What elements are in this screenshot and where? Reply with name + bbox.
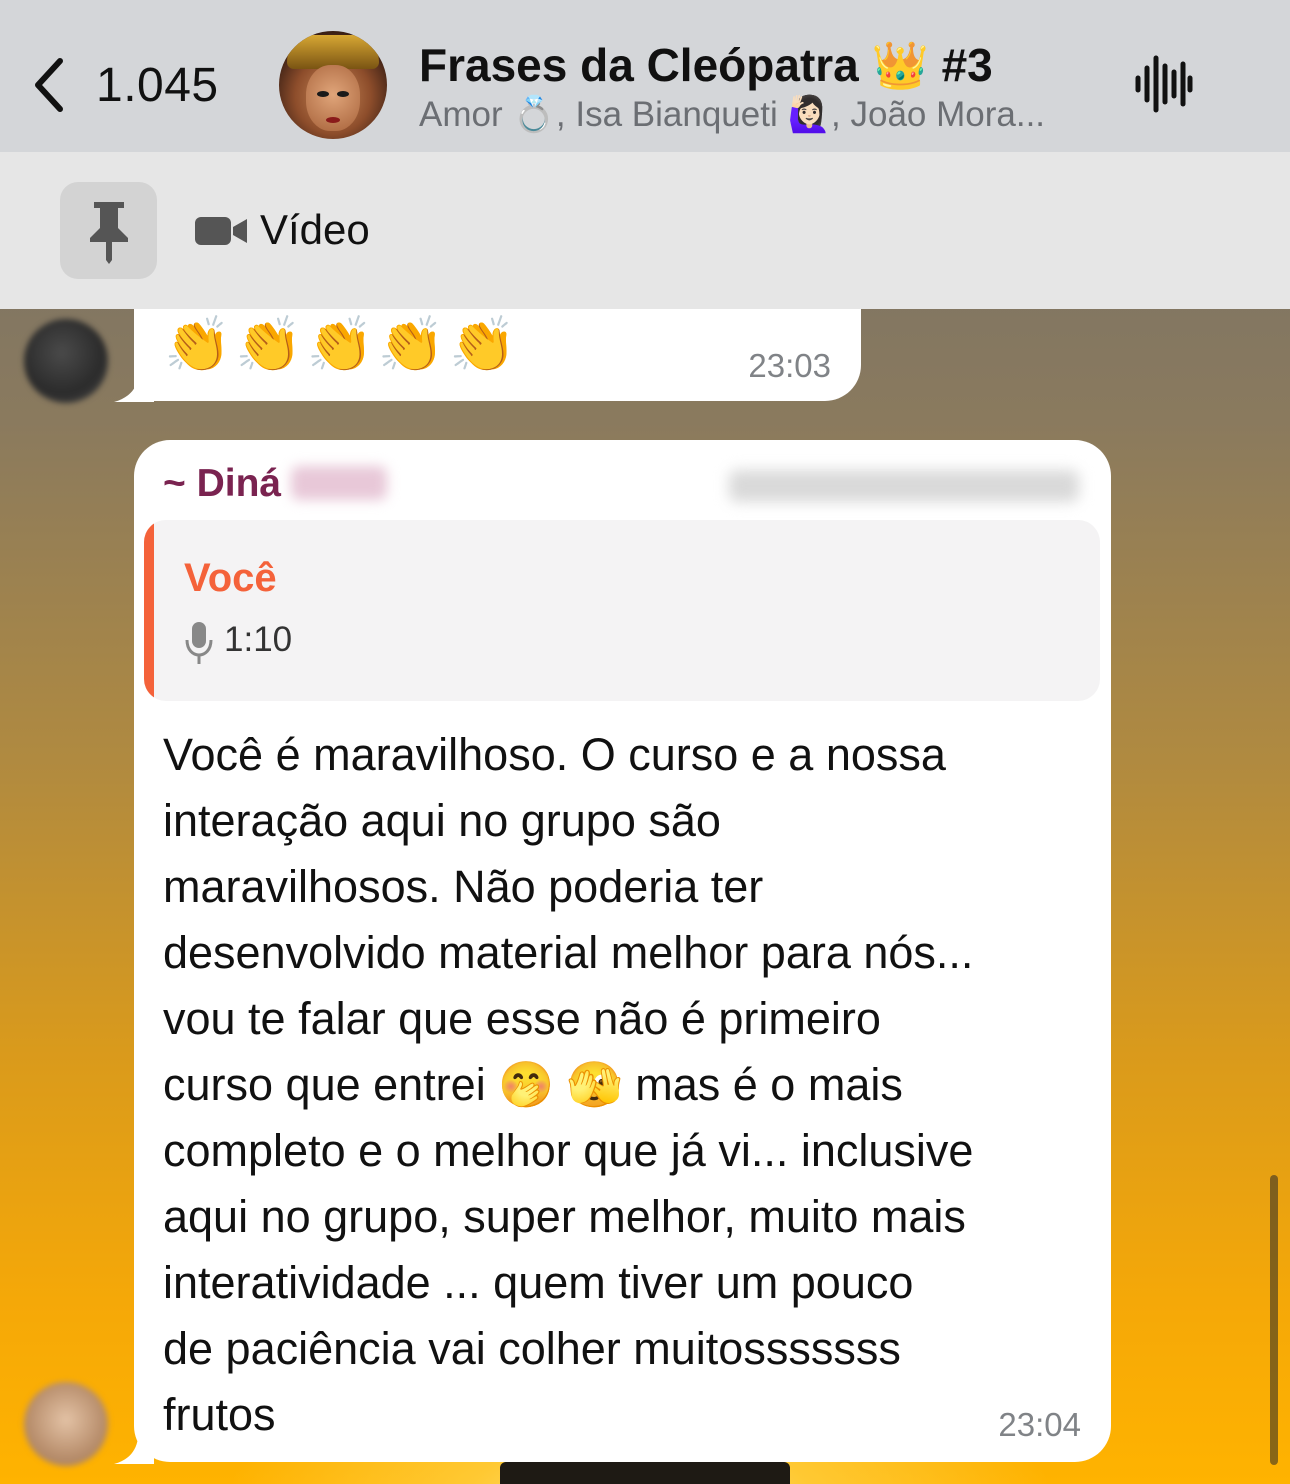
video-camera-icon bbox=[195, 217, 247, 245]
group-title[interactable]: Frases da Cleópatra 👑 #3 bbox=[419, 38, 993, 93]
back-button[interactable]: 1.045 bbox=[30, 50, 250, 120]
chevron-left-icon bbox=[35, 58, 63, 112]
pin-button[interactable] bbox=[60, 182, 157, 279]
waveform-icon[interactable] bbox=[1130, 52, 1194, 116]
message-bubble[interactable]: 👏👏👏👏👏 23:03 bbox=[134, 309, 861, 401]
message-text: Você é maravilhoso. O curso e a nossa in… bbox=[163, 729, 974, 1440]
background-figure bbox=[500, 1462, 790, 1484]
pinned-label: Vídeo bbox=[260, 206, 370, 253]
group-members[interactable]: Amor 💍, Isa Bianqueti 🙋🏻‍♀️, João Mora..… bbox=[419, 94, 1109, 135]
quote-duration: 1:10 bbox=[224, 620, 293, 659]
pinned-message-bar[interactable]: Vídeo bbox=[0, 152, 1290, 309]
sender-name[interactable]: ~ Diná bbox=[163, 462, 388, 506]
sender-phone bbox=[729, 470, 1079, 502]
microphone-icon bbox=[185, 622, 213, 664]
quoted-message[interactable]: Você 1:10 bbox=[144, 520, 1100, 701]
message-emoji: 👏👏👏👏👏 bbox=[164, 315, 521, 375]
message-bubble[interactable]: ~ Diná Você 1:10 Você é maravilhoso. O c… bbox=[134, 440, 1111, 1462]
avatar[interactable] bbox=[24, 1382, 108, 1466]
scrollbar[interactable] bbox=[1270, 1175, 1278, 1465]
group-avatar[interactable] bbox=[279, 31, 387, 139]
message-time: 23:03 bbox=[748, 347, 831, 384]
pin-icon bbox=[90, 202, 128, 264]
chat-header: 1.045 Frases da Cleópatra 👑 #3 Amor 💍, I… bbox=[0, 0, 1290, 152]
avatar[interactable] bbox=[24, 319, 108, 403]
quote-author: Você bbox=[184, 556, 277, 600]
unread-count: 1.045 bbox=[96, 58, 219, 112]
message-time: 23:04 bbox=[998, 1406, 1081, 1443]
